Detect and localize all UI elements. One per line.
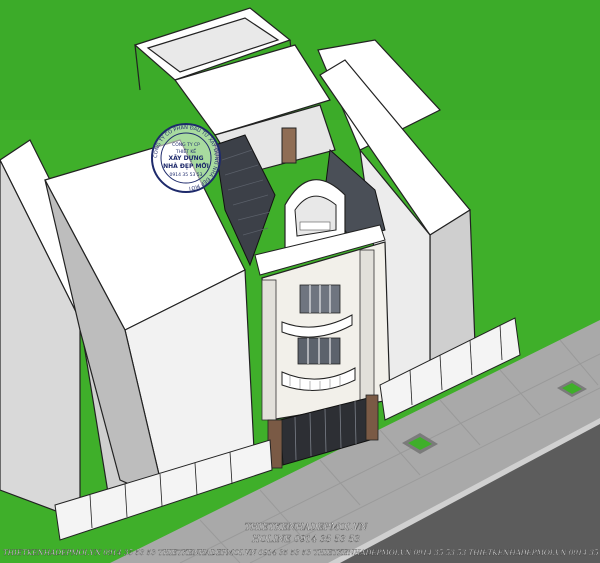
- stamp-line3: XÂY DỰNG: [168, 155, 203, 162]
- watermark-footer-strip: THIETKENHADEPMOI.VN 0914 35 53 53 THIETK…: [3, 548, 600, 557]
- stamp-line5: 0914 35 53 53: [170, 172, 203, 178]
- architectural-render: CÔNG TY CỔ PHẦN ĐẦU TƯ XÂY DỰNG NHÀ ĐẸP …: [0, 0, 600, 563]
- watermark-hotline: HOLINE 0914 35 53 53: [251, 535, 360, 545]
- company-stamp: CÔNG TY CỔ PHẦN ĐẦU TƯ XÂY DỰNG NHÀ ĐẸP …: [151, 123, 221, 193]
- stamp-line1: CÔNG TY CP: [172, 141, 200, 148]
- stamp-line4: NHÀ ĐẸP MỚI: [163, 163, 209, 170]
- watermark-site: THIETKENHADEPMOI.VN: [245, 523, 369, 533]
